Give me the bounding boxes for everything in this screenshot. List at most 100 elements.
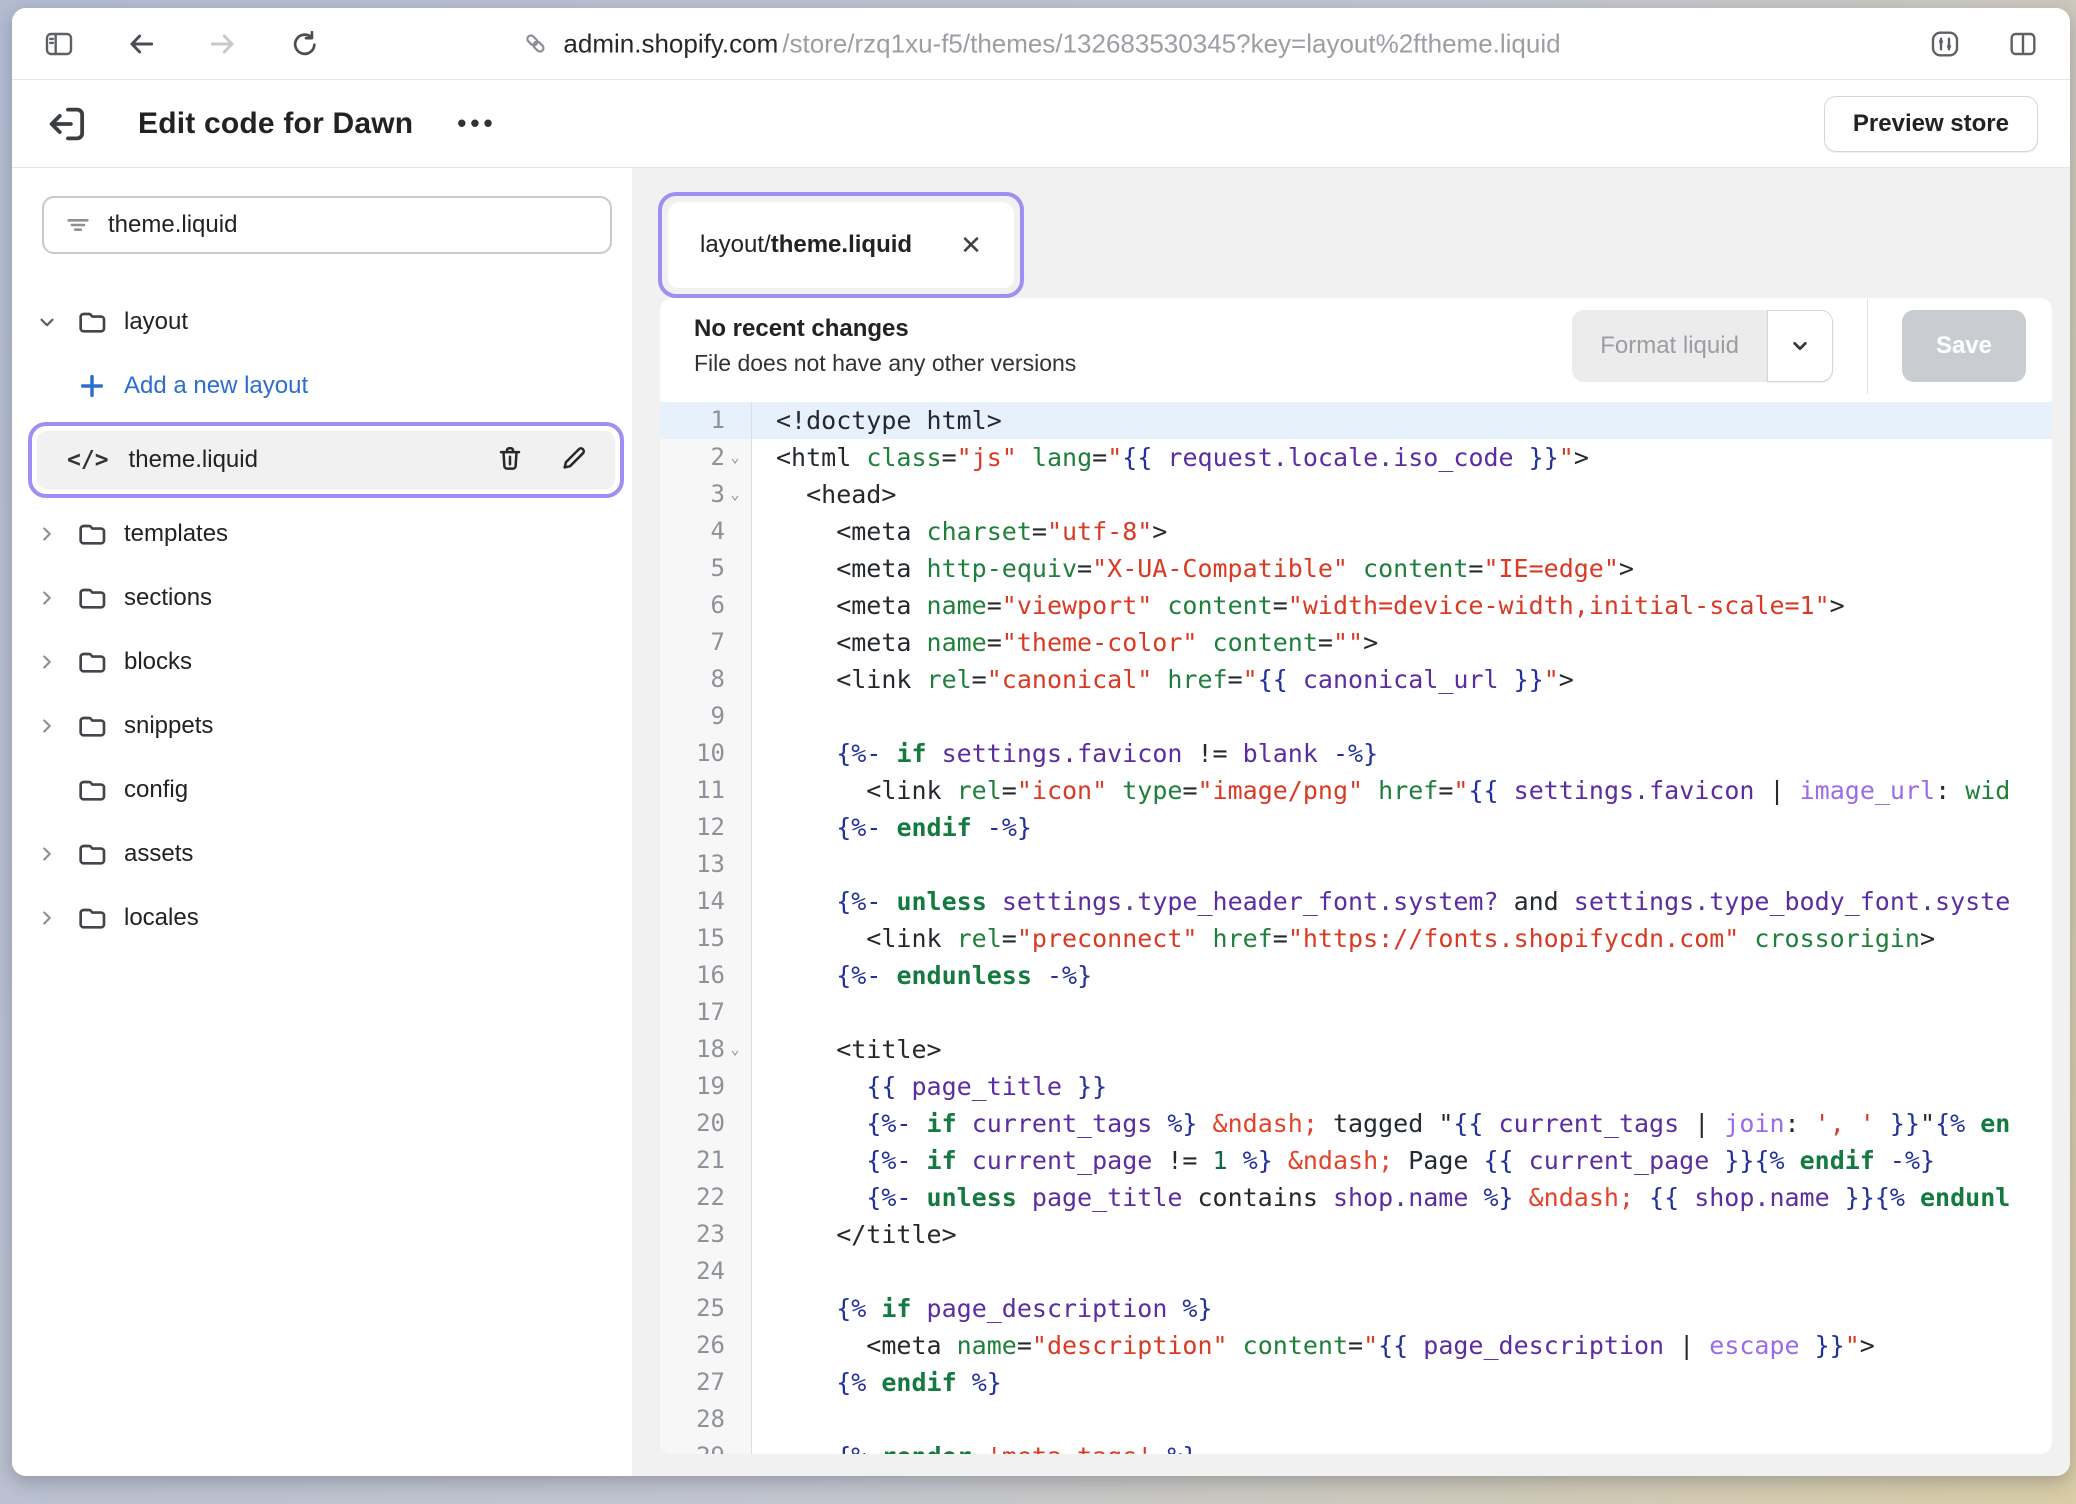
reload-icon[interactable] <box>288 27 322 61</box>
sidebar-item-theme-liquid[interactable]: </>theme.liquid <box>37 431 615 489</box>
code-line-text[interactable]: <meta name="description" content="{{ pag… <box>752 1327 2052 1364</box>
code-line-text[interactable]: </title> <box>752 1216 2052 1253</box>
chevron-right-icon[interactable] <box>36 843 76 865</box>
code-line-text[interactable]: {%- unless page_title contains shop.name… <box>752 1179 2052 1216</box>
back-icon[interactable] <box>124 27 158 61</box>
code-line-text[interactable]: {%- endif -%} <box>752 809 2052 846</box>
exit-editor-icon[interactable] <box>44 101 90 147</box>
line-number: 18 <box>696 1031 725 1068</box>
chevron-right-icon[interactable] <box>36 523 76 545</box>
chevron-right-icon[interactable] <box>36 651 76 673</box>
overflow-menu-icon[interactable]: ••• <box>457 108 496 139</box>
code-line: 9 <box>660 698 2052 735</box>
code-line-text[interactable]: {%- if settings.favicon != blank -%} <box>752 735 2052 772</box>
code-line-text[interactable]: <link rel="canonical" href="{{ canonical… <box>752 661 2052 698</box>
sidebar-item-layout[interactable]: layout <box>12 290 632 354</box>
tab-theme-liquid[interactable]: layout/theme.liquid ✕ <box>668 202 1014 288</box>
code-line: 5 <meta http-equiv="X-UA-Compatible" con… <box>660 550 2052 587</box>
sidebar-item-blocks[interactable]: blocks <box>12 630 632 694</box>
forward-icon[interactable] <box>206 27 240 61</box>
tab-close-icon[interactable]: ✕ <box>960 232 982 258</box>
sidebar-item-locales[interactable]: locales <box>12 886 632 950</box>
line-number: 12 <box>696 809 725 846</box>
code-line-text[interactable]: <link rel="preconnect" href="https://fon… <box>752 920 2052 957</box>
split-view-icon[interactable] <box>2006 27 2040 61</box>
code-line: 27 {% endif %} <box>660 1364 2052 1401</box>
code-line-text[interactable]: <!doctype html> <box>752 402 2052 439</box>
code-line-text[interactable]: {%- if current_page != 1 %} &ndash; Page… <box>752 1142 2052 1179</box>
line-number: 10 <box>696 735 725 772</box>
code-line-text[interactable] <box>752 846 2052 883</box>
line-number: 21 <box>696 1142 725 1179</box>
sidebar-item-snippets[interactable]: snippets <box>12 694 632 758</box>
code-line-text[interactable]: <html class="js" lang="{{ request.locale… <box>752 439 2052 476</box>
folder-icon <box>76 518 124 550</box>
code-line-text[interactable]: {%- endunless -%} <box>752 957 2052 994</box>
code-line-text[interactable] <box>752 1401 2052 1438</box>
file-search-box <box>42 196 612 254</box>
sidebar-item-label: layout <box>124 308 188 336</box>
fold-toggle-icon[interactable]: ⌄ <box>725 1031 745 1068</box>
sidebar-item-config[interactable]: config <box>12 758 632 822</box>
chevron-right-icon[interactable] <box>36 715 76 737</box>
chevron-right-icon[interactable] <box>36 587 76 609</box>
code-line-text[interactable] <box>752 994 2052 1031</box>
editor-toolbar: No recent changes File does not have any… <box>660 298 2052 394</box>
status-title: No recent changes <box>694 315 1076 343</box>
line-number: 4 <box>711 513 725 550</box>
page-settings-icon[interactable] <box>1928 27 1962 61</box>
code-editor[interactable]: 1<!doctype html>2⌄<html class="js" lang=… <box>660 394 2052 1454</box>
code-line-text[interactable]: {%- if current_tags %} &ndash; tagged "{… <box>752 1105 2052 1142</box>
code-line: 22 {%- unless page_title contains shop.n… <box>660 1179 2052 1216</box>
code-line-text[interactable]: <link rel="icon" type="image/png" href="… <box>752 772 2052 809</box>
file-actions <box>495 443 589 478</box>
code-line-text[interactable] <box>752 698 2052 735</box>
chevron-down-icon[interactable] <box>36 311 76 333</box>
line-gutter: 19 <box>660 1068 752 1105</box>
code-line: 3⌄ <head> <box>660 476 2052 513</box>
code-line-text[interactable]: {% render 'meta-tags' %} <box>752 1438 2052 1454</box>
line-number: 2 <box>711 439 725 476</box>
code-line-text[interactable]: {{ page_title }} <box>752 1068 2052 1105</box>
sidebar-item-add-layout[interactable]: Add a new layout <box>12 354 632 418</box>
status-subtitle: File does not have any other versions <box>694 350 1076 377</box>
code-line: 1<!doctype html> <box>660 402 2052 439</box>
line-number: 14 <box>696 883 725 920</box>
sidebar-item-assets[interactable]: assets <box>12 822 632 886</box>
code-line-text[interactable]: <meta name="theme-color" content=""> <box>752 624 2052 661</box>
code-line-text[interactable]: {% if page_description %} <box>752 1290 2052 1327</box>
code-line-text[interactable]: <meta name="viewport" content="width=dev… <box>752 587 2052 624</box>
file-search-input[interactable] <box>108 211 590 239</box>
line-number: 15 <box>696 920 725 957</box>
code-line-text[interactable]: <meta http-equiv="X-UA-Compatible" conte… <box>752 550 2052 587</box>
format-liquid-dropdown[interactable] <box>1767 310 1833 382</box>
chevron-right-icon[interactable] <box>36 907 76 929</box>
sidebar-item-sections[interactable]: sections <box>12 566 632 630</box>
fold-toggle-icon[interactable]: ⌄ <box>725 439 745 476</box>
code-line-text[interactable]: <head> <box>752 476 2052 513</box>
preview-store-button[interactable]: Preview store <box>1824 96 2038 152</box>
rename-file-icon[interactable] <box>559 443 589 478</box>
code-line-text[interactable]: <title> <box>752 1031 2052 1068</box>
sidebar-toggle-icon[interactable] <box>42 27 76 61</box>
line-number: 19 <box>696 1068 725 1105</box>
code-line-text[interactable]: <meta charset="utf-8"> <box>752 513 2052 550</box>
code-line: 12 {%- endif -%} <box>660 809 2052 846</box>
fold-toggle-icon[interactable]: ⌄ <box>725 476 745 513</box>
line-number: 16 <box>696 957 725 994</box>
code-line-text[interactable] <box>752 1253 2052 1290</box>
code-line-text[interactable]: {% endif %} <box>752 1364 2052 1401</box>
code-line-text[interactable]: {%- unless settings.type_header_font.sys… <box>752 883 2052 920</box>
chevron-down-icon <box>1787 333 1813 359</box>
sidebar-item-templates[interactable]: templates <box>12 502 632 566</box>
line-number: 9 <box>711 698 725 735</box>
url-bar[interactable]: admin.shopify.com/store/rzq1xu-f5/themes… <box>521 28 1560 59</box>
code-line: 24 <box>660 1253 2052 1290</box>
code-line: 11 <link rel="icon" type="image/png" hre… <box>660 772 2052 809</box>
code-line: 7 <meta name="theme-color" content=""> <box>660 624 2052 661</box>
folder-icon <box>76 710 124 742</box>
save-button[interactable]: Save <box>1902 310 2026 382</box>
delete-file-icon[interactable] <box>495 443 525 478</box>
line-gutter: 14 <box>660 883 752 920</box>
format-liquid-button[interactable]: Format liquid <box>1572 310 1767 382</box>
